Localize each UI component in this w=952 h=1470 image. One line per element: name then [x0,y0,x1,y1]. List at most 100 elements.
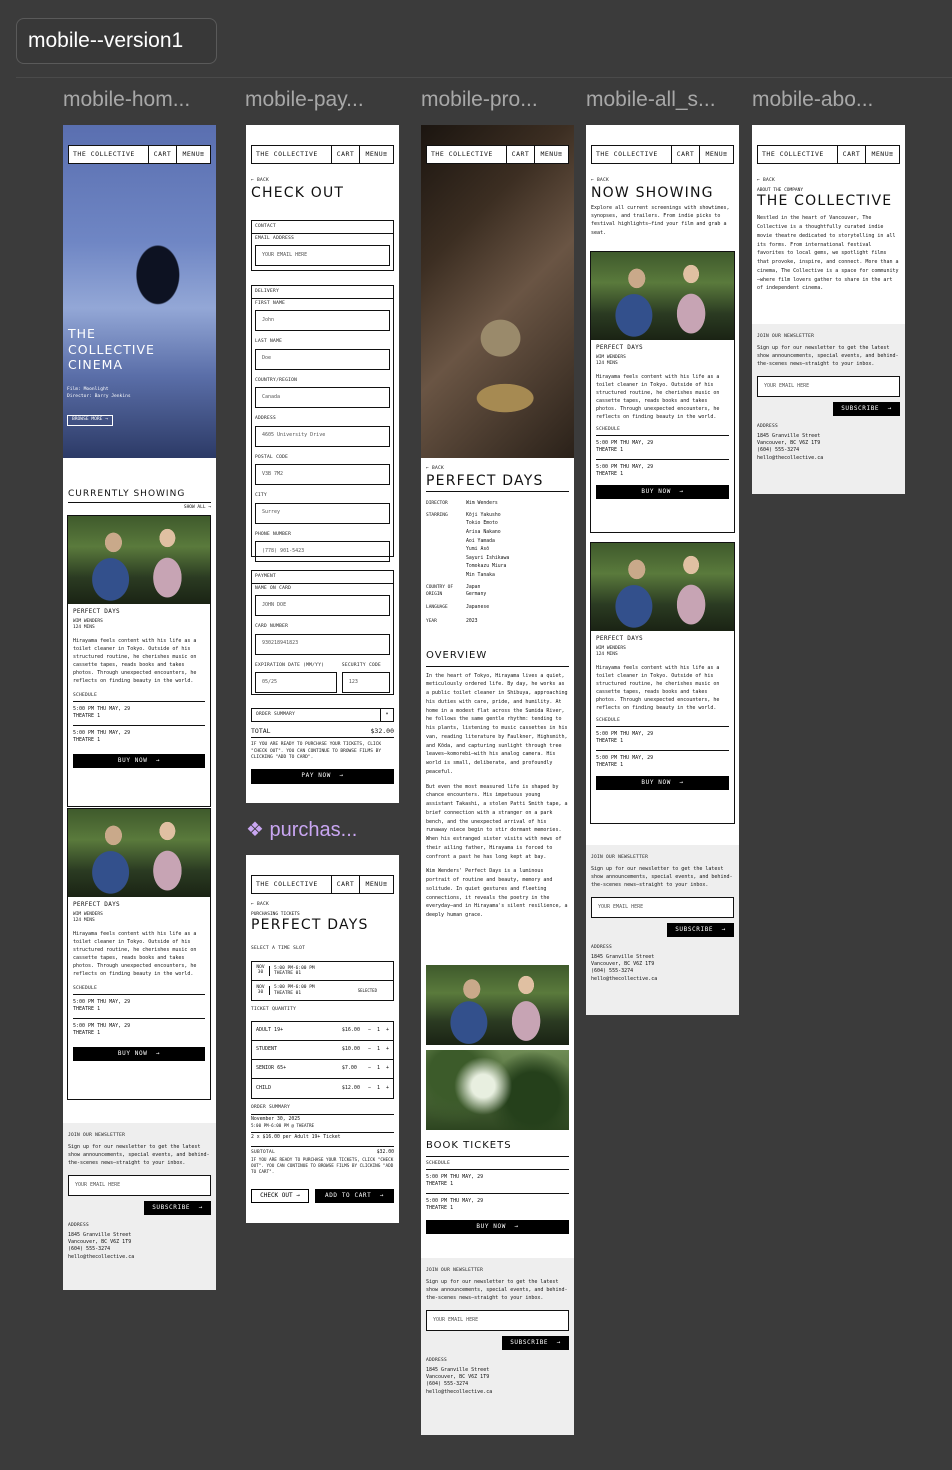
qty-stepper[interactable]: − 1 + [368,1027,389,1034]
film-card[interactable]: PERFECT DAYS WIM WENDERS 124 MINS Hiraya… [590,542,735,824]
newsletter-email-input[interactable]: YOUR EMAIL HERE [426,1310,569,1332]
newsletter-email-input[interactable]: YOUR EMAIL HERE [68,1175,211,1197]
back-link[interactable]: ← BACK [591,178,734,185]
email-link[interactable]: hello@thecollective.ca [68,1254,211,1261]
showtime-item[interactable]: 5:00 PM THU MAY, 29 THEATRE 1 [596,435,729,459]
page-title: THE COLLECTIVE [757,193,893,210]
show-all-link[interactable]: SHOW ALL → [68,505,211,512]
checkout-button[interactable]: CHECK OUT → [251,1189,309,1203]
phone-field[interactable]: (778) 901-5423 [255,541,390,563]
showtime-item[interactable]: 5:00 PM THU MAY, 29 THEATRE 1 [73,724,205,749]
back-link[interactable]: ← BACK [426,466,569,473]
showtime-item[interactable]: 5:00 PM THU MAY, 29 THEATRE 1 [73,994,205,1018]
minus-icon[interactable]: − [368,1065,371,1071]
subscribe-button[interactable]: SUBSCRIBE → [667,923,734,938]
menu-button[interactable]: MENU ≡ [360,876,393,893]
subscribe-button[interactable]: SUBSCRIBE → [502,1336,569,1351]
plus-icon[interactable]: + [386,1046,389,1052]
newsletter-section: JOIN OUR NEWSLETTER Sign up for our news… [586,845,739,1015]
menu-button[interactable]: MENU ≡ [360,146,393,163]
buy-now-button[interactable]: BUY NOW → [73,754,205,769]
plus-icon[interactable]: + [386,1085,389,1091]
email-link[interactable]: hello@thecollective.ca [426,1389,569,1396]
frame-title-about[interactable]: mobile-abo... [752,88,907,112]
slot-date: NOV 30 [252,965,270,976]
minus-icon[interactable]: − [368,1046,371,1052]
back-link[interactable]: ← BACK [251,902,394,909]
page-label[interactable]: mobile--version1 [16,18,217,64]
card-number-field[interactable]: 930218941823 [255,633,390,655]
time-slot-selected[interactable]: NOV 30 5:00 PM-6:00 PM THEATRE 01 SELECTED [252,981,393,1000]
showtime-item[interactable]: 5:00 PM THU MAY, 29 THEATRE 1 [596,749,729,774]
buy-now-button[interactable]: BUY NOW → [426,1220,569,1235]
showtime-item[interactable]: 5:00 PM THU MAY, 29 THEATRE 1 [596,458,729,483]
add-to-cart-button[interactable]: ADD TO CART → [315,1189,394,1203]
frame-title-product[interactable]: mobile-pro... [421,88,576,112]
subscribe-button[interactable]: SUBSCRIBE → [833,402,900,417]
country-field[interactable]: Canada [255,387,390,409]
frame-title-home[interactable]: mobile-hom... [63,88,218,112]
address-label: ADDRESS [426,1358,448,1364]
film-card[interactable]: PERFECT DAYS WIM WENDERS 124 MINS Hiraya… [67,515,211,807]
showtime-item[interactable]: 5:00 PM THU MAY, 29 THEATRE 1 [73,1017,205,1042]
back-label: BACK [763,178,776,183]
security-code-field[interactable]: 123 [341,672,390,694]
plus-icon[interactable]: + [386,1027,389,1033]
showtime-item[interactable]: 5:00 PM THU MAY, 29 THEATRE 1 [426,1169,569,1193]
frame-title-payment[interactable]: mobile-pay... [245,88,400,112]
showtime-item[interactable]: 5:00 PM THU MAY, 29 THEATRE 1 [426,1192,569,1217]
plus-icon[interactable]: + [386,1065,389,1071]
brand-logo[interactable]: THE COLLECTIVE [758,146,838,163]
pay-now-button[interactable]: PAY NOW → [251,769,394,784]
last-name-field[interactable]: Doe [255,348,390,370]
qty-stepper[interactable]: − 1 + [368,1085,389,1092]
cart-button[interactable]: CART [838,146,866,163]
email-link[interactable]: hello@thecollective.ca [591,976,734,983]
newsletter-email-input[interactable]: YOUR EMAIL HERE [757,376,900,398]
buy-now-button[interactable]: BUY NOW → [596,776,729,791]
brand-logo[interactable]: THE COLLECTIVE [252,146,332,163]
email-link[interactable]: hello@thecollective.ca [757,455,900,462]
qty-stepper[interactable]: − 1 + [368,1065,389,1072]
first-name-field[interactable]: John [255,310,390,332]
cart-button[interactable]: CART [332,876,360,893]
minus-icon[interactable]: − [368,1085,371,1091]
film-card[interactable]: PERFECT DAYS WIM WENDERS 124 MINS Hiraya… [67,808,211,1100]
postal-code-field[interactable]: V3B 7M2 [255,464,390,486]
menu-button[interactable]: MENU ≡ [535,146,568,163]
city-field[interactable]: Surrey [255,502,390,524]
card-name-field[interactable]: JOHN DOE [255,595,390,617]
buy-now-button[interactable]: BUY NOW → [73,1047,205,1062]
cart-button[interactable]: CART [507,146,535,163]
brand-logo[interactable]: THE COLLECTIVE [592,146,672,163]
email-field[interactable]: YOUR EMAIL HERE [255,245,390,267]
buy-now-button[interactable]: BUY NOW → [596,485,729,500]
time-slot[interactable]: NOV 30 5:00 PM-6:00 PM THEATRE 01 [252,962,393,981]
cart-button[interactable]: CART [149,146,177,163]
newsletter-email-input[interactable]: YOUR EMAIL HERE [591,897,734,919]
address-field[interactable]: 4605 University Drive [255,425,390,447]
back-link[interactable]: ← BACK [757,178,900,185]
frame-title-all-showing[interactable]: mobile-all_s... [586,88,741,112]
showtime-item[interactable]: 5:00 PM THU MAY, 29 THEATRE 1 [73,701,205,725]
brand-logo[interactable]: THE COLLECTIVE [252,876,332,893]
cart-button[interactable]: CART [332,146,360,163]
qty-stepper[interactable]: − 1 + [368,1046,389,1053]
showtime-item[interactable]: 5:00 PM THU MAY, 29 THEATRE 1 [596,726,729,750]
menu-button[interactable]: MENU ≡ [866,146,899,163]
showtime-when: 5:00 PM THU MAY, 29 [73,706,131,713]
brand-logo[interactable]: THE COLLECTIVE [69,146,149,163]
cart-button[interactable]: CART [672,146,700,163]
subscribe-button[interactable]: SUBSCRIBE → [144,1201,211,1216]
minus-icon[interactable]: − [368,1027,371,1033]
section-purchase-title[interactable]: ❖ purchas... [246,817,357,842]
back-link[interactable]: ← BACK [251,178,394,185]
frame-checkout: THE COLLECTIVE CART MENU ≡ ← BACK CHECK O… [246,125,399,803]
brand-logo[interactable]: THE COLLECTIVE [427,146,507,163]
order-summary-dropdown[interactable]: ORDER SUMMARY ▾ [251,708,394,722]
menu-button[interactable]: MENU ≡ [177,146,210,163]
film-card[interactable]: PERFECT DAYS WIM WENDERS 124 MINS Hiraya… [590,251,735,533]
expiration-field[interactable]: 05/25 [255,672,337,694]
browse-more-button[interactable]: BROWSE MORE → [67,415,113,426]
menu-button[interactable]: MENU ≡ [700,146,733,163]
